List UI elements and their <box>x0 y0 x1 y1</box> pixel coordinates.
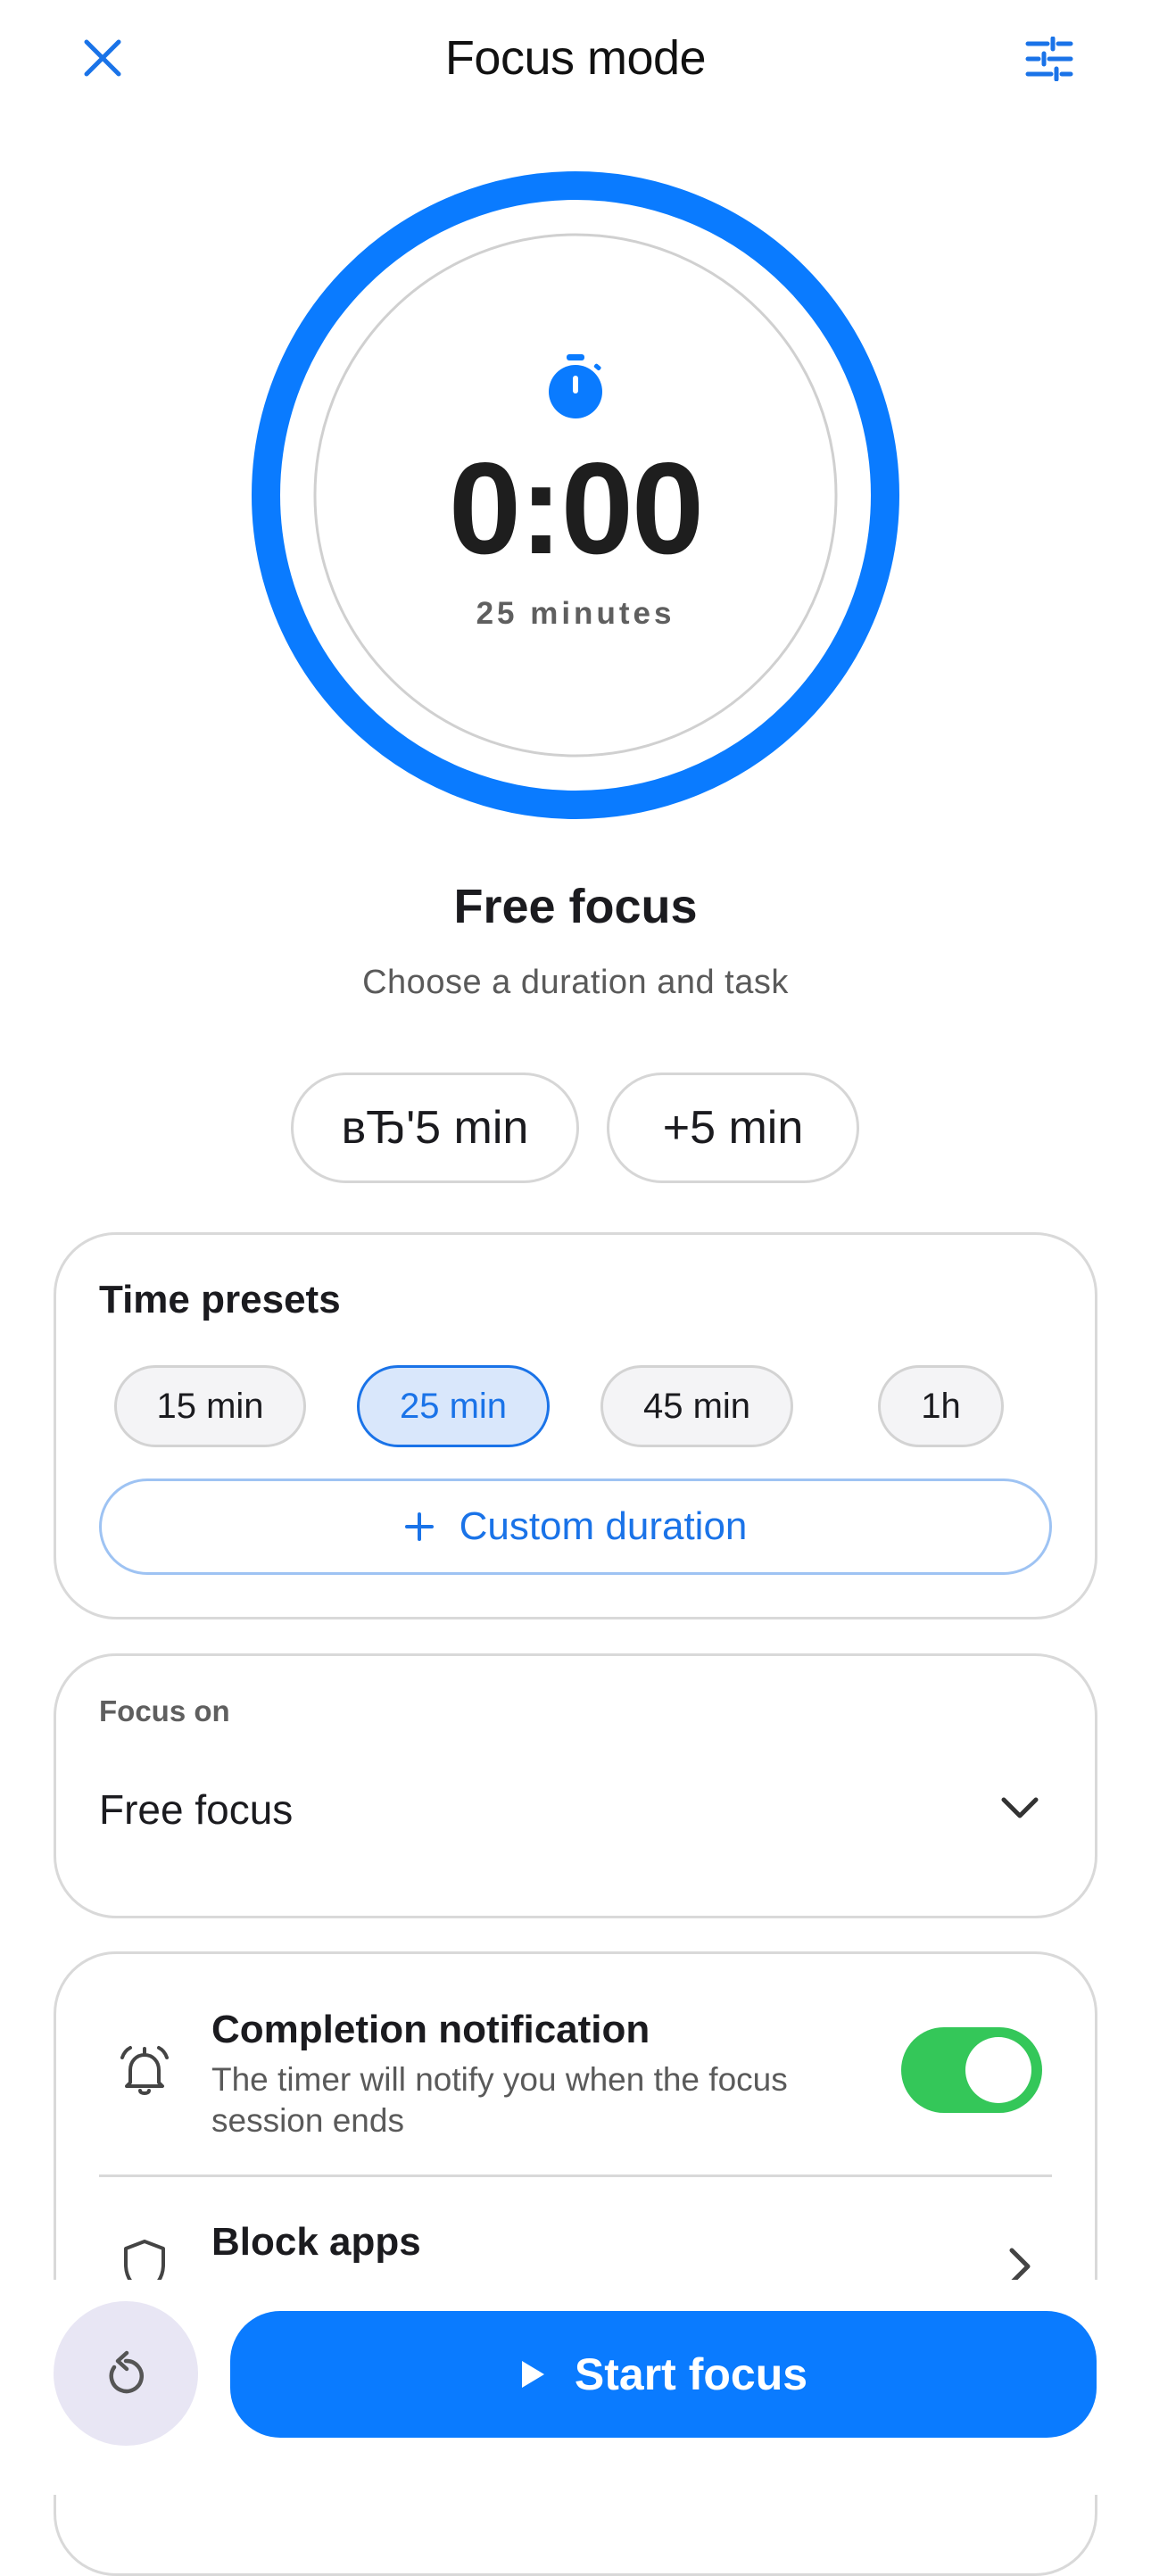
settings-button[interactable] <box>1017 27 1081 91</box>
start-focus-label: Start focus <box>574 2349 808 2399</box>
focus-on-value: Free focus <box>99 1786 294 1833</box>
plus-5-min-button[interactable]: +5 min <box>607 1073 859 1183</box>
play-icon <box>521 2361 544 2388</box>
preset-chip-25[interactable]: 25 min <box>357 1365 550 1447</box>
timer-duration-label: 25 minutes <box>476 596 675 631</box>
alarm-bell-icon <box>120 2046 169 2095</box>
custom-duration-button[interactable]: Custom duration <box>99 1479 1052 1575</box>
preset-chip-45[interactable]: 45 min <box>600 1365 793 1447</box>
notification-description: The timer will notify you when the focus… <box>211 2061 788 2139</box>
preset-chip-15[interactable]: 15 min <box>114 1365 306 1447</box>
mode-title: Free focus <box>453 880 698 933</box>
reset-button[interactable] <box>54 2301 198 2446</box>
stopwatch-icon <box>549 354 602 418</box>
block-apps-row[interactable] <box>54 2177 1097 2284</box>
custom-duration-label: Custom duration <box>459 1504 748 1548</box>
plus-icon <box>404 1512 434 1541</box>
notification-title: Completion notification <box>211 2008 650 2051</box>
reset-icon <box>109 2350 144 2394</box>
presets-title: Time presets <box>99 1278 341 1321</box>
sliders-icon <box>1025 37 1073 81</box>
focus-on-label: Focus on <box>99 1694 230 1727</box>
toggle-knob <box>965 2037 1031 2103</box>
preset-chip-1h[interactable]: 1h <box>878 1365 1004 1447</box>
start-focus-button[interactable]: Start focus <box>230 2311 1097 2438</box>
page-title: Focus mode <box>444 31 707 85</box>
minus-5-min-button[interactable]: вЂ'5 min <box>291 1073 579 1183</box>
mode-subtitle: Choose a duration and task <box>362 964 789 1001</box>
timer-display: 0:00 <box>448 435 704 581</box>
chevron-down-icon <box>1001 1797 1039 1818</box>
block-apps-title: Block apps <box>211 2220 421 2264</box>
